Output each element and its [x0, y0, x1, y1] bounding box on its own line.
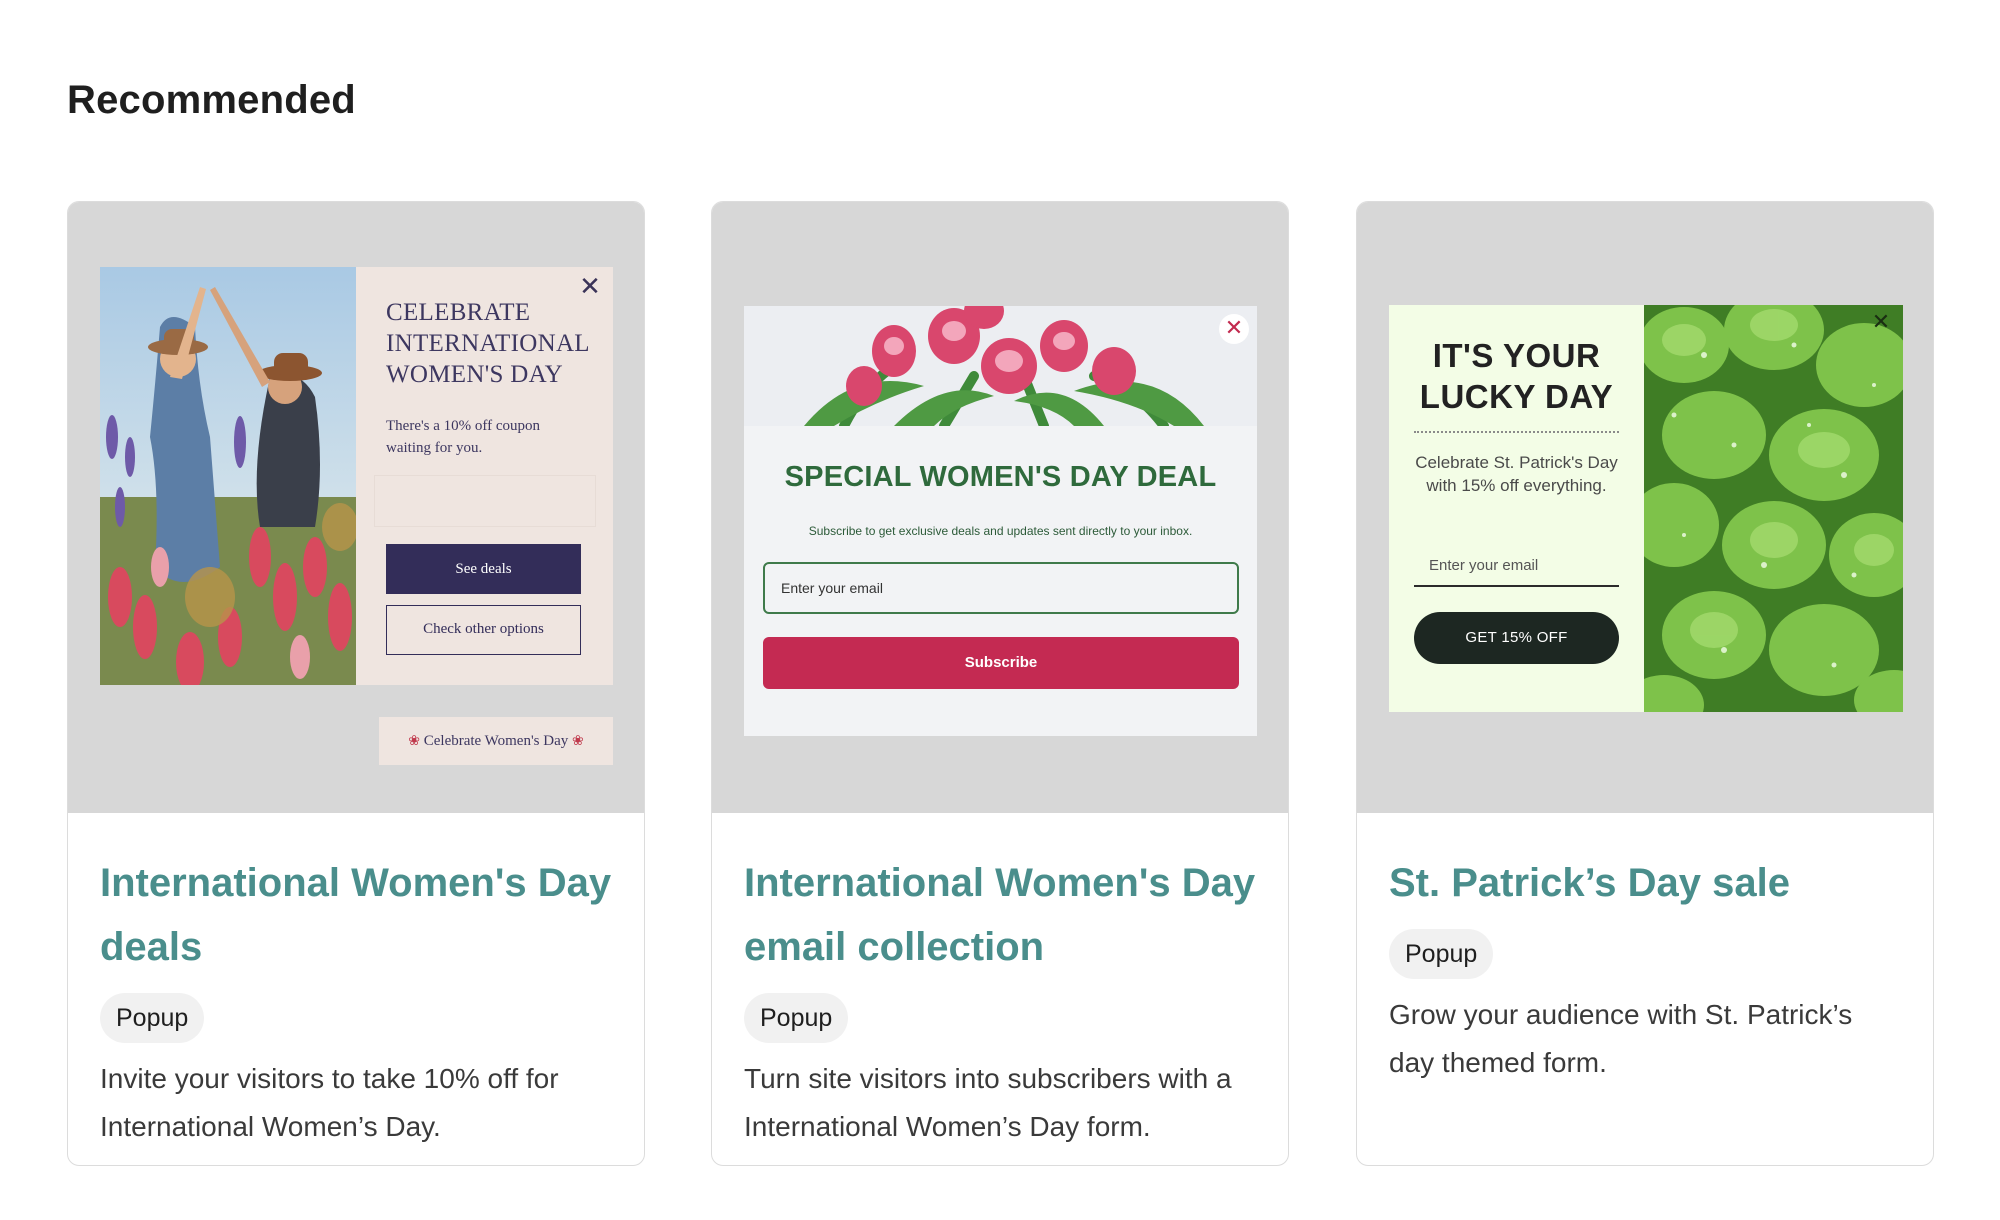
type-tag: Popup	[100, 993, 205, 1043]
card-description: Invite your visitors to take 10% off for…	[100, 1063, 559, 1142]
type-tag: Popup	[1389, 929, 1494, 979]
popup-preview: IT'S YOUR LUCKY DAY Celebrate St. Patric…	[1389, 305, 1903, 712]
card-preview: ✕ SPECIAL WOMEN'S DAY DEAL Subscribe to …	[712, 202, 1288, 813]
close-icon[interactable]: ✕	[1869, 311, 1893, 335]
card-description: Grow your audience with St. Patrick’s da…	[1389, 999, 1853, 1078]
template-card-womens-day-email[interactable]: ✕ SPECIAL WOMEN'S DAY DEAL Subscribe to …	[711, 201, 1289, 1166]
template-card-womens-day-deals[interactable]: ✕ CELEBRATE INTERNATIONAL WOMEN'S DAY Th…	[67, 201, 645, 1166]
tulips-image	[744, 306, 1257, 426]
popup-content: ✕ CELEBRATE INTERNATIONAL WOMEN'S DAY Th…	[356, 267, 613, 685]
section-title: Recommended	[67, 78, 356, 122]
email-field: Enter your email	[763, 562, 1239, 614]
flower-icon: ❀	[408, 734, 420, 749]
flower-icon: ❀	[572, 734, 584, 749]
women-field-photo	[100, 267, 356, 685]
popup-preview: ✕ CELEBRATE INTERNATIONAL WOMEN'S DAY Th…	[100, 267, 613, 685]
card-title[interactable]: St. Patrick’s Day sale	[1389, 851, 1903, 915]
popup-preview: ✕ SPECIAL WOMEN'S DAY DEAL Subscribe to …	[744, 306, 1257, 736]
type-tag: Popup	[744, 993, 849, 1043]
email-field: Enter your email	[1414, 551, 1619, 587]
subscribe-button: Subscribe	[763, 637, 1239, 689]
card-preview: IT'S YOUR LUCKY DAY Celebrate St. Patric…	[1357, 202, 1933, 813]
teaser-label: Celebrate Women's Day	[423, 733, 569, 749]
close-icon[interactable]: ✕	[1219, 314, 1249, 344]
card-body: International Women's Day deals Popup In…	[100, 813, 614, 1151]
popup-subtext: Subscribe to get exclusive deals and upd…	[808, 524, 1193, 538]
popup-subtext: There's a 10% off coupon waiting for you…	[386, 418, 541, 456]
check-other-options-button: Check other options	[386, 605, 581, 655]
card-title[interactable]: International Women's Day deals	[100, 851, 614, 979]
card-title[interactable]: International Women's Day email collecti…	[744, 851, 1258, 979]
popup-headline: CELEBRATE INTERNATIONAL WOMEN'S DAY	[386, 299, 589, 388]
teaser-tab: ❀ Celebrate Women's Day ❀	[379, 717, 613, 765]
template-card-st-patricks-sale[interactable]: IT'S YOUR LUCKY DAY Celebrate St. Patric…	[1356, 201, 1934, 1166]
dotted-divider	[1414, 431, 1619, 433]
popup-content: IT'S YOUR LUCKY DAY Celebrate St. Patric…	[1389, 305, 1644, 712]
clover-image: ✕	[1644, 305, 1903, 712]
get-15-off-button: GET 15% OFF	[1414, 612, 1619, 664]
card-description: Turn site visitors into subscribers with…	[744, 1063, 1232, 1142]
see-deals-button: See deals	[386, 544, 581, 594]
card-body: St. Patrick’s Day sale Popup Grow your a…	[1389, 813, 1903, 1087]
popup-subtext: Celebrate St. Patrick's Day with 15% off…	[1415, 453, 1618, 495]
popup-headline: IT'S YOUR LUCKY DAY	[1419, 337, 1614, 415]
coupon-field	[374, 475, 596, 527]
popup-headline: SPECIAL WOMEN'S DAY DEAL	[784, 461, 1217, 493]
card-preview: ✕ CELEBRATE INTERNATIONAL WOMEN'S DAY Th…	[68, 202, 644, 813]
card-body: International Women's Day email collecti…	[744, 813, 1258, 1151]
